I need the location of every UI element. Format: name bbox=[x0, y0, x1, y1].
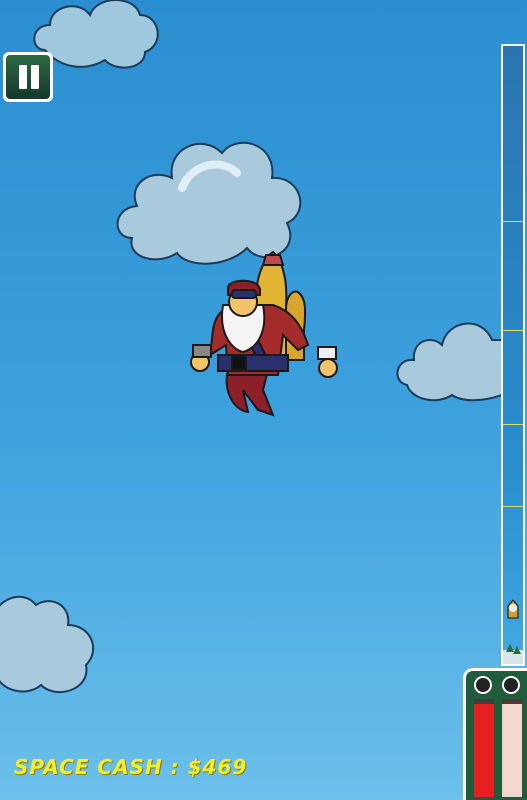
bolt-icon bbox=[474, 676, 492, 694]
player-position-marker-icon bbox=[507, 599, 519, 619]
ground-icon bbox=[503, 644, 523, 664]
fuel-meter-left-fill bbox=[474, 703, 494, 797]
cloud bbox=[396, 322, 502, 402]
pause-icon bbox=[6, 55, 50, 99]
fuel-gauge bbox=[463, 668, 527, 800]
fuel-meter-right-fill bbox=[502, 703, 522, 797]
space-cash-label: SPACE CASH : $469 bbox=[14, 755, 248, 779]
cloud bbox=[0, 595, 95, 694]
bolt-icon bbox=[502, 676, 520, 694]
fuel-meter-right bbox=[502, 699, 522, 797]
pause-button[interactable] bbox=[3, 52, 53, 102]
santa-jetpack-player bbox=[190, 250, 338, 417]
fuel-meter-left bbox=[474, 699, 494, 797]
cloud bbox=[116, 141, 302, 265]
altitude-progress-track bbox=[501, 44, 525, 666]
